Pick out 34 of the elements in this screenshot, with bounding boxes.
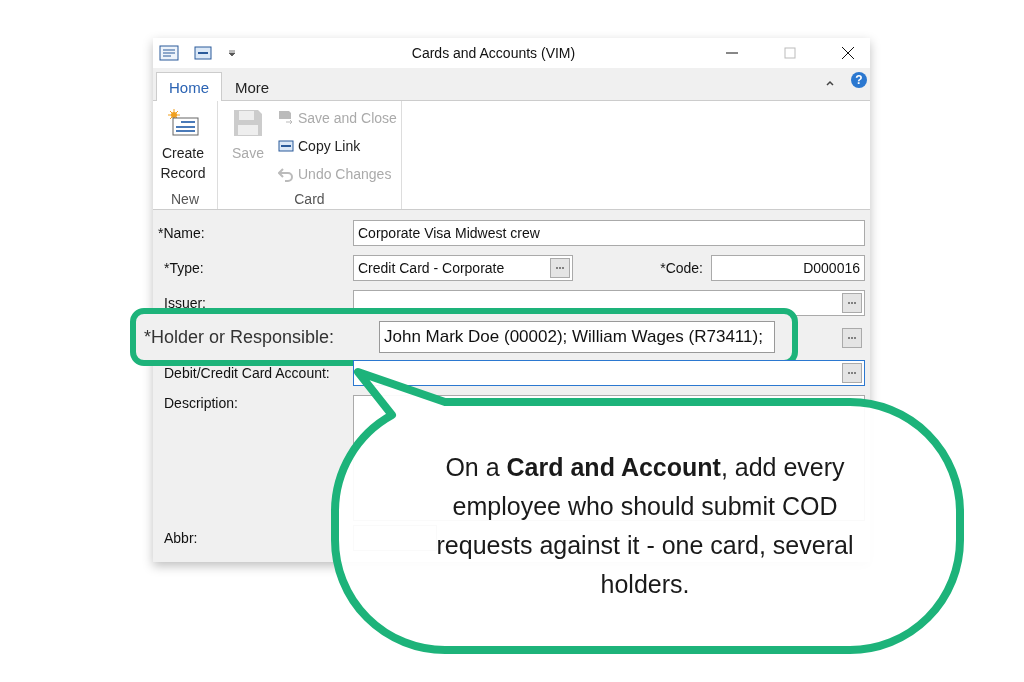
callout-text: On a Card and Account, add every employee who should submit COD requests against it - one card, several holders. <box>435 452 855 600</box>
field-label: Description: <box>164 395 238 411</box>
undo-icon <box>278 166 294 182</box>
create-record-button[interactable]: Create Record <box>157 107 209 191</box>
group-label: Card <box>293 191 326 207</box>
lookup-field[interactable] <box>353 360 865 386</box>
browse-icon[interactable] <box>842 293 862 313</box>
holder-field[interactable]: John Mark Doe (00002); William Wages (R73411); <box>379 321 775 353</box>
field-label: Issuer: <box>164 295 206 311</box>
dropdown-icon[interactable] <box>227 48 237 58</box>
browse-icon[interactable] <box>842 363 862 383</box>
group-label: New <box>170 191 200 207</box>
browse-icon[interactable] <box>550 258 570 278</box>
list-icon[interactable] <box>159 45 179 61</box>
field-label: Debit/Credit Card Account: <box>164 365 330 381</box>
browse-icon[interactable] <box>842 328 862 348</box>
lookup-field[interactable]: Credit Card - Corporate <box>353 255 573 281</box>
window-title: Cards and Accounts (VIM) <box>410 45 577 61</box>
ribbon-button[interactable]: Copy Link <box>278 135 397 157</box>
ribbon-tab[interactable]: More <box>222 72 283 101</box>
field-label: *Type: <box>164 260 204 276</box>
ribbon-tab[interactable]: Home <box>156 72 222 101</box>
collapse-icon[interactable] <box>825 78 835 88</box>
field-icon <box>278 138 294 154</box>
field-label: *Holder or Responsible: <box>144 326 336 348</box>
help-icon[interactable]: ? <box>851 72 867 88</box>
field-label: *Name: <box>158 225 205 241</box>
text-field[interactable]: Corporate Visa Midwest crew <box>353 220 865 246</box>
field-label: Abbr: <box>164 530 198 546</box>
field-label: *Code: <box>659 260 704 276</box>
save-close-icon <box>278 110 294 126</box>
field-icon[interactable] <box>193 45 213 61</box>
code-field[interactable]: D000016 <box>711 255 865 281</box>
new-record-icon <box>167 109 199 137</box>
